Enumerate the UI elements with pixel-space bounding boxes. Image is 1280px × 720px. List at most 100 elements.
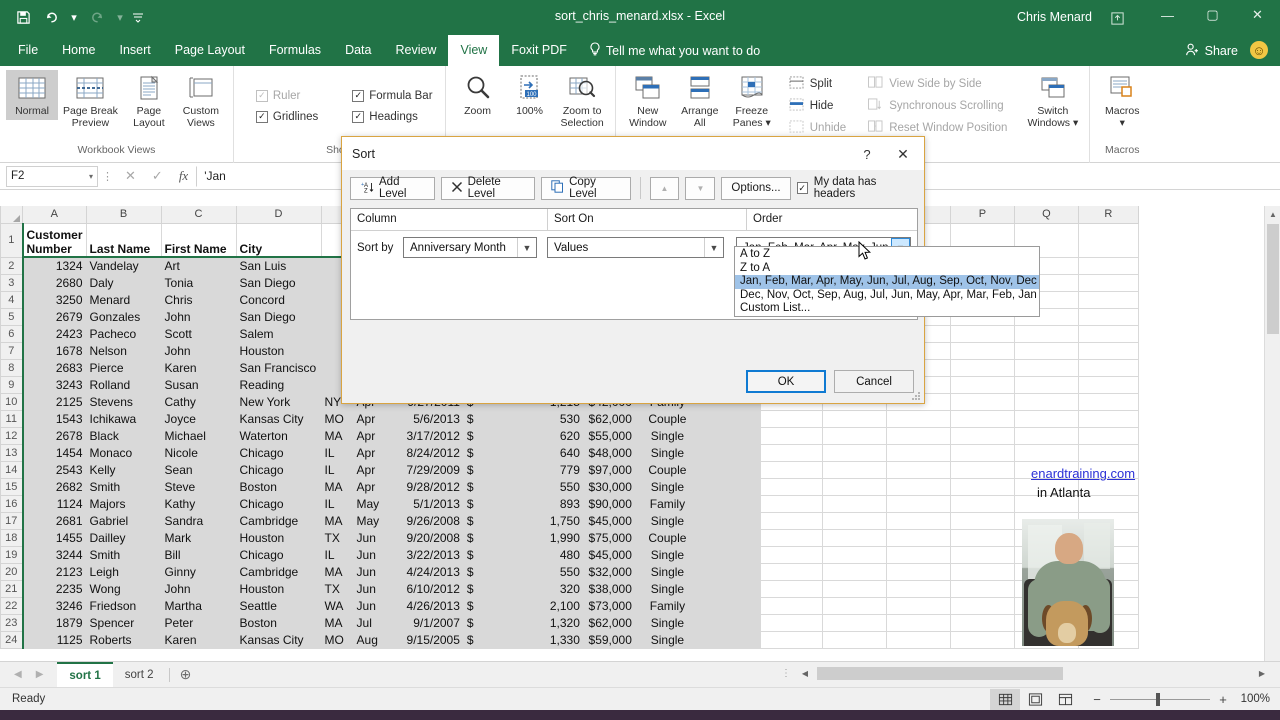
- row-header[interactable]: 10: [0, 392, 23, 411]
- grid-cell[interactable]: [699, 495, 761, 513]
- grid-cell[interactable]: 1678: [21, 342, 87, 360]
- scrollbar-grip[interactable]: ⋮: [775, 668, 797, 679]
- grid-cell[interactable]: Gonzales: [86, 308, 162, 326]
- grid-cell[interactable]: Couple: [635, 529, 700, 547]
- row-header[interactable]: 23: [0, 613, 23, 632]
- grid-cell[interactable]: [760, 478, 823, 496]
- grid-cell[interactable]: [950, 393, 1015, 411]
- grid-cell[interactable]: [886, 631, 951, 649]
- grid-cell[interactable]: May: [353, 512, 404, 530]
- row-header[interactable]: 13: [0, 443, 23, 462]
- grid-cell[interactable]: 1454: [21, 444, 87, 462]
- column-header-r[interactable]: R: [1077, 206, 1139, 224]
- button-zoom-100[interactable]: 100 100%: [504, 70, 556, 120]
- row-header[interactable]: 11: [0, 409, 23, 428]
- grid-cell[interactable]: Roberts: [86, 631, 162, 649]
- add-level-button[interactable]: + A Z Add Level: [350, 176, 435, 200]
- grid-cell[interactable]: [1014, 444, 1079, 462]
- tab-file[interactable]: File: [6, 35, 50, 66]
- row-header[interactable]: 18: [0, 528, 23, 547]
- grid-cell[interactable]: 1879: [21, 614, 87, 632]
- grid-cell[interactable]: Apr: [353, 478, 404, 496]
- grid-cell[interactable]: Jun: [353, 597, 404, 615]
- grid-cell[interactable]: IL: [321, 444, 354, 462]
- chevron-down-icon[interactable]: ▼: [517, 238, 536, 257]
- grid-cell[interactable]: Jun: [353, 529, 404, 547]
- grid-cell[interactable]: [760, 614, 823, 632]
- grid-cell[interactable]: [1078, 410, 1139, 428]
- grid-cell[interactable]: Single: [635, 631, 700, 649]
- grid-cell[interactable]: Karen: [161, 631, 237, 649]
- column-header-q[interactable]: Q: [1013, 206, 1079, 224]
- grid-cell[interactable]: MO: [321, 631, 354, 649]
- row-header[interactable]: 8: [0, 358, 23, 377]
- page-layout-view-button[interactable]: [1020, 689, 1050, 710]
- grid-cell[interactable]: [950, 597, 1015, 615]
- grid-cell[interactable]: $90,000: [583, 495, 636, 513]
- grid-cell[interactable]: $38,000: [583, 580, 636, 598]
- grid-cell[interactable]: Rolland: [86, 376, 162, 394]
- grid-cell[interactable]: [950, 529, 1015, 547]
- grid-cell[interactable]: 779: [523, 461, 584, 479]
- grid-cell[interactable]: Family: [635, 597, 700, 615]
- tab-formulas[interactable]: Formulas: [257, 35, 333, 66]
- grid-cell[interactable]: [1014, 342, 1079, 360]
- cancel-edit-icon[interactable]: ✕: [125, 168, 136, 184]
- grid-cell[interactable]: Cambridge: [236, 512, 322, 530]
- resize-grip[interactable]: [911, 391, 921, 401]
- grid-cell[interactable]: [699, 444, 761, 462]
- grid-cell[interactable]: Reading: [236, 376, 322, 394]
- grid-cell[interactable]: 1,320: [523, 614, 584, 632]
- grid-cell[interactable]: Aug: [353, 631, 404, 649]
- tab-insert[interactable]: Insert: [108, 35, 163, 66]
- row-header[interactable]: 9: [0, 375, 23, 394]
- grid-cell[interactable]: 550: [523, 563, 584, 581]
- grid-cell[interactable]: [822, 529, 887, 547]
- grid-cell[interactable]: [760, 631, 823, 649]
- grid-cell[interactable]: [886, 410, 951, 428]
- grid-cell[interactable]: $55,000: [583, 427, 636, 445]
- grid-cell[interactable]: New York: [236, 393, 322, 411]
- grid-cell[interactable]: $30,000: [583, 478, 636, 496]
- grid-cell[interactable]: Family: [635, 495, 700, 513]
- grid-cell[interactable]: 2682: [21, 478, 87, 496]
- grid-cell[interactable]: Martha: [161, 597, 237, 615]
- grid-cell[interactable]: [760, 580, 823, 598]
- row-header[interactable]: 3: [0, 273, 23, 292]
- button-switch-windows[interactable]: Switch Windows ▾: [1022, 70, 1083, 131]
- grid-cell[interactable]: [950, 359, 1015, 377]
- grid-cell[interactable]: MA: [321, 512, 354, 530]
- grid-cell[interactable]: [699, 580, 761, 598]
- grid-cell[interactable]: 9/1/2007: [403, 614, 464, 632]
- grid-cell[interactable]: [1014, 359, 1079, 377]
- grid-cell[interactable]: Kansas City: [236, 410, 322, 428]
- select-all-corner[interactable]: [0, 206, 23, 224]
- grid-cell[interactable]: $: [463, 563, 524, 581]
- grid-cell[interactable]: [950, 342, 1015, 360]
- grid-cell[interactable]: Black: [86, 427, 162, 445]
- grid-cell[interactable]: Salem: [236, 325, 322, 343]
- grid-cell[interactable]: [822, 444, 887, 462]
- grid-cell[interactable]: [760, 597, 823, 615]
- grid-cell[interactable]: 3/22/2013: [403, 546, 464, 564]
- grid-cell[interactable]: [886, 546, 951, 564]
- grid-cell[interactable]: San Diego: [236, 308, 322, 326]
- dropdown-option-months-ascending[interactable]: Jan, Feb, Mar, Apr, May, Jun, Jul, Aug, …: [735, 275, 1039, 289]
- grid-cell[interactable]: [1014, 376, 1079, 394]
- grid-cell[interactable]: Kathy: [161, 495, 237, 513]
- grid-cell[interactable]: Cathy: [161, 393, 237, 411]
- grid-cell[interactable]: Smith: [86, 546, 162, 564]
- grid-cell[interactable]: 480: [523, 546, 584, 564]
- grid-cell[interactable]: [822, 546, 887, 564]
- grid-cell[interactable]: 2423: [21, 325, 87, 343]
- grid-cell[interactable]: John: [161, 308, 237, 326]
- grid-cell[interactable]: Ginny: [161, 563, 237, 581]
- grid-cell[interactable]: $59,000: [583, 631, 636, 649]
- grid-cell[interactable]: [886, 529, 951, 547]
- grid-cell[interactable]: [822, 580, 887, 598]
- maximize-icon[interactable]: ▢: [1190, 0, 1235, 30]
- checkbox-gridlines[interactable]: ✓ Gridlines: [255, 110, 318, 123]
- cell-r1[interactable]: [1078, 223, 1139, 258]
- close-icon[interactable]: ✕: [1235, 0, 1280, 30]
- grid-cell[interactable]: Houston: [236, 342, 322, 360]
